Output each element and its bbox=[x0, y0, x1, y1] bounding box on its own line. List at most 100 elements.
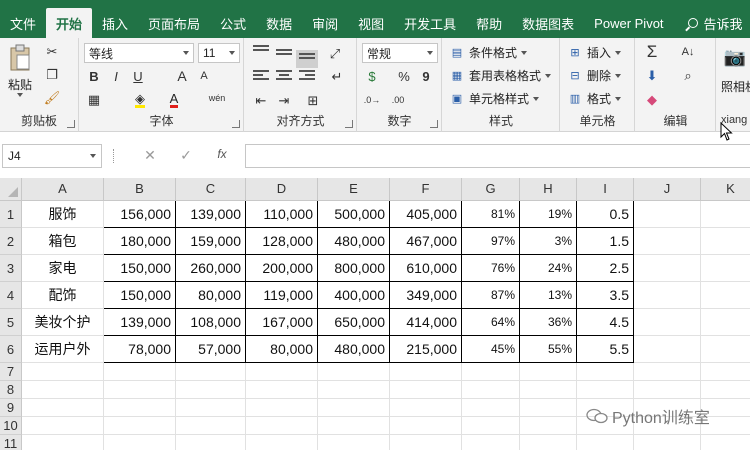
copy-icon[interactable]: ❐ bbox=[42, 65, 62, 85]
tab-3[interactable]: 页面布局 bbox=[138, 8, 210, 38]
cell-e2[interactable]: 480,000 bbox=[318, 228, 390, 255]
bold-button[interactable]: B bbox=[84, 66, 104, 86]
cell-i11[interactable] bbox=[577, 435, 634, 450]
cell-h5[interactable]: 36% bbox=[520, 309, 577, 336]
cell-d3[interactable]: 200,000 bbox=[246, 255, 318, 282]
percent-button[interactable]: % bbox=[394, 66, 414, 86]
conditional-format-button[interactable]: ▤ 条件格式 bbox=[449, 44, 528, 61]
column-header-k[interactable]: K bbox=[701, 178, 750, 201]
tab-5[interactable]: 数据 bbox=[256, 8, 302, 38]
cell-k3[interactable] bbox=[701, 255, 750, 282]
cell-f11[interactable] bbox=[390, 435, 462, 450]
cell-f4[interactable]: 349,000 bbox=[390, 282, 462, 309]
cell-a3[interactable]: 家电 bbox=[22, 255, 104, 282]
cell-g11[interactable] bbox=[462, 435, 520, 450]
cell-c1[interactable]: 139,000 bbox=[176, 201, 246, 228]
cell-g9[interactable] bbox=[462, 399, 520, 417]
cell-f9[interactable] bbox=[390, 399, 462, 417]
camera-icon[interactable]: 📷 bbox=[723, 46, 747, 68]
cell-a4[interactable]: 配饰 bbox=[22, 282, 104, 309]
cell-g3[interactable]: 76% bbox=[462, 255, 520, 282]
cell-d4[interactable]: 119,000 bbox=[246, 282, 318, 309]
cell-k2[interactable] bbox=[701, 228, 750, 255]
column-header-c[interactable]: C bbox=[176, 178, 246, 201]
cell-d10[interactable] bbox=[246, 417, 318, 435]
enter-icon[interactable]: ✓ bbox=[176, 147, 196, 165]
cell-e5[interactable]: 650,000 bbox=[318, 309, 390, 336]
alignment-launcher-icon[interactable] bbox=[345, 120, 353, 128]
cell-a7[interactable] bbox=[22, 363, 104, 381]
cell-a10[interactable] bbox=[22, 417, 104, 435]
align-left-icon[interactable] bbox=[253, 70, 269, 82]
cell-a2[interactable]: 箱包 bbox=[22, 228, 104, 255]
tab-6[interactable]: 审阅 bbox=[302, 8, 348, 38]
cell-b11[interactable] bbox=[104, 435, 176, 450]
cell-k1[interactable] bbox=[701, 201, 750, 228]
clipboard-launcher-icon[interactable] bbox=[67, 120, 75, 128]
cell-d11[interactable] bbox=[246, 435, 318, 450]
cell-j5[interactable] bbox=[634, 309, 701, 336]
cell-c5[interactable]: 108,000 bbox=[176, 309, 246, 336]
tab-8[interactable]: 开发工具 bbox=[394, 8, 466, 38]
cell-f3[interactable]: 610,000 bbox=[390, 255, 462, 282]
cell-f7[interactable] bbox=[390, 363, 462, 381]
cell-a6[interactable]: 运用户外 bbox=[22, 336, 104, 363]
cell-d8[interactable] bbox=[246, 381, 318, 399]
cell-f5[interactable]: 414,000 bbox=[390, 309, 462, 336]
increase-indent-icon[interactable]: ⇥ bbox=[274, 91, 294, 111]
cell-h7[interactable] bbox=[520, 363, 577, 381]
number-launcher-icon[interactable] bbox=[430, 120, 438, 128]
row-header-7[interactable]: 7 bbox=[0, 363, 22, 381]
tab-11[interactable]: Power Pivot bbox=[584, 8, 673, 38]
align-middle-icon[interactable] bbox=[276, 49, 292, 61]
row-header-1[interactable]: 1 bbox=[0, 201, 22, 228]
cell-d2[interactable]: 128,000 bbox=[246, 228, 318, 255]
shrink-font-button[interactable]: A bbox=[194, 66, 214, 86]
cell-e9[interactable] bbox=[318, 399, 390, 417]
find-select-icon[interactable]: ⌕ bbox=[678, 66, 698, 86]
cell-h3[interactable]: 24% bbox=[520, 255, 577, 282]
cell-a11[interactable] bbox=[22, 435, 104, 450]
cell-j3[interactable] bbox=[634, 255, 701, 282]
increase-decimal-icon[interactable]: .0→ bbox=[362, 90, 382, 110]
cell-h1[interactable]: 19% bbox=[520, 201, 577, 228]
cell-c3[interactable]: 260,000 bbox=[176, 255, 246, 282]
cell-g7[interactable] bbox=[462, 363, 520, 381]
cell-b6[interactable]: 78,000 bbox=[104, 336, 176, 363]
align-right-icon[interactable] bbox=[299, 70, 315, 82]
cell-c11[interactable] bbox=[176, 435, 246, 450]
paste-button[interactable]: 粘贴 bbox=[6, 44, 34, 97]
cell-g5[interactable]: 64% bbox=[462, 309, 520, 336]
number-format-select[interactable]: 常规 bbox=[362, 43, 438, 63]
merge-center-icon[interactable]: ⊞ bbox=[303, 91, 323, 111]
row-header-4[interactable]: 4 bbox=[0, 282, 22, 309]
cell-j11[interactable] bbox=[634, 435, 701, 450]
cell-e1[interactable]: 500,000 bbox=[318, 201, 390, 228]
insert-cells-button[interactable]: ⊞ 插入 bbox=[567, 44, 622, 61]
cell-e7[interactable] bbox=[318, 363, 390, 381]
cell-d6[interactable]: 80,000 bbox=[246, 336, 318, 363]
column-header-d[interactable]: D bbox=[246, 178, 318, 201]
cell-a9[interactable] bbox=[22, 399, 104, 417]
cell-f2[interactable]: 467,000 bbox=[390, 228, 462, 255]
cell-a1[interactable]: 服饰 bbox=[22, 201, 104, 228]
cell-b9[interactable] bbox=[104, 399, 176, 417]
orientation-icon[interactable]: ⤢ bbox=[325, 44, 345, 64]
cell-d5[interactable]: 167,000 bbox=[246, 309, 318, 336]
cell-j4[interactable] bbox=[634, 282, 701, 309]
cell-e3[interactable]: 800,000 bbox=[318, 255, 390, 282]
cell-k5[interactable] bbox=[701, 309, 750, 336]
cell-e6[interactable]: 480,000 bbox=[318, 336, 390, 363]
column-header-i[interactable]: I bbox=[577, 178, 634, 201]
row-header-5[interactable]: 5 bbox=[0, 309, 22, 336]
cell-h10[interactable] bbox=[520, 417, 577, 435]
cell-c8[interactable] bbox=[176, 381, 246, 399]
cell-b4[interactable]: 150,000 bbox=[104, 282, 176, 309]
format-painter-icon[interactable]: 🖌 bbox=[42, 88, 62, 108]
delete-cells-button[interactable]: ⊟ 删除 bbox=[567, 67, 622, 84]
tab-7[interactable]: 视图 bbox=[348, 8, 394, 38]
column-header-f[interactable]: F bbox=[390, 178, 462, 201]
fill-color-icon[interactable]: ◈ bbox=[130, 90, 150, 110]
cell-g8[interactable] bbox=[462, 381, 520, 399]
column-header-b[interactable]: B bbox=[104, 178, 176, 201]
